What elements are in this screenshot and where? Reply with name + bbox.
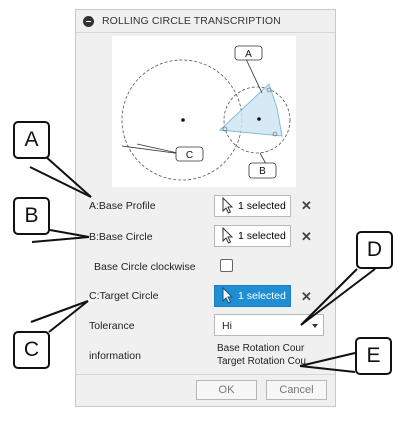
callout-d: D <box>356 231 393 269</box>
callout-b: B <box>13 197 50 235</box>
callout-leaders <box>29 155 376 373</box>
callout-c: C <box>13 331 50 369</box>
callout-a: A <box>13 121 50 159</box>
callout-e: E <box>355 337 392 375</box>
